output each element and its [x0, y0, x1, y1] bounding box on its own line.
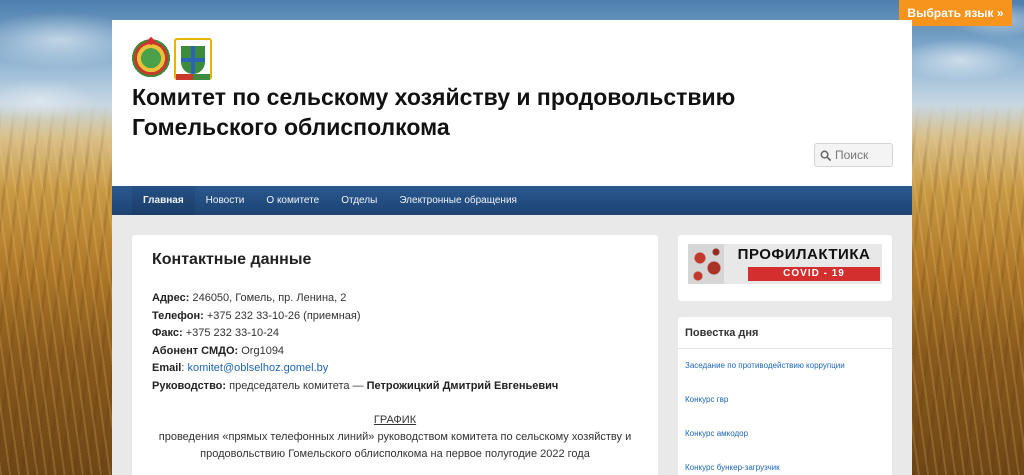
- smdo-line: Абонент СМДО: Org1094: [152, 343, 638, 361]
- schedule-block: ГРАФИК проведения «прямых телефонных лин…: [152, 412, 638, 463]
- email-link[interactable]: komitet@oblselhoz.gomel.by: [187, 362, 328, 374]
- search-input[interactable]: [835, 145, 889, 165]
- fax-line: Факс: +375 232 33-10-24: [152, 325, 638, 343]
- schedule-description-line-2: продовольствию Гомельского облисполкома …: [200, 448, 590, 460]
- management-name: Петрожицкий Дмитрий Евгеньевич: [366, 379, 559, 392]
- agenda-item[interactable]: Заседание по противодействию коррупции: [678, 349, 892, 383]
- agenda-item[interactable]: Конкурс гвр: [678, 383, 892, 417]
- site-title[interactable]: Комитет по сельскому хозяйству и продово…: [132, 82, 832, 142]
- address-value: 246050, Гомель, пр. Ленина, 2: [189, 292, 347, 304]
- banner-prevention-text: ПРОФИЛАКТИКА: [737, 246, 871, 263]
- agenda-item[interactable]: Конкурс амкодор: [678, 417, 892, 451]
- page-container: Комитет по сельскому хозяйству и продово…: [112, 20, 912, 475]
- banner-covid-text: COVID - 19: [748, 267, 880, 281]
- site-title-line-2: Гомельского облисполкома: [132, 114, 450, 140]
- nav-item-news[interactable]: Новости: [195, 186, 256, 215]
- nav-item-home[interactable]: Главная: [132, 186, 195, 215]
- address-label: Адрес:: [152, 292, 190, 304]
- email-label: Email: [152, 362, 182, 374]
- belarus-emblem-icon: [132, 38, 170, 80]
- main-content: Контактные данные Адрес: 246050, Гомель,…: [132, 235, 658, 475]
- gomel-region-emblem-icon: [174, 38, 212, 80]
- virus-icon: [688, 244, 724, 284]
- nav-item-e-appeals[interactable]: Электронные обращения: [388, 186, 528, 215]
- management-label: Руководство:: [152, 379, 227, 392]
- covid-banner-widget: ПРОФИЛАКТИКА COVID - 19: [678, 235, 892, 301]
- schedule-title: ГРАФИК: [373, 414, 417, 426]
- management-position: председатель комитета —: [226, 379, 367, 392]
- logo-group: [132, 38, 212, 80]
- phone-line: Телефон: +375 232 33-10-26 (приемная): [152, 308, 638, 326]
- smdo-value: Org1094: [238, 344, 285, 357]
- management-line: Руководство: председатель комитета — Пет…: [152, 378, 638, 396]
- fax-value: +375 232 33-10-24: [182, 327, 279, 339]
- search-box: [814, 143, 893, 167]
- email-line: Email: komitet@oblselhoz.gomel.by: [152, 360, 638, 378]
- site-header: Комитет по сельскому хозяйству и продово…: [112, 20, 912, 186]
- search-icon[interactable]: [815, 145, 835, 165]
- fax-label: Факс:: [152, 327, 183, 339]
- agenda-title: Повестка дня: [678, 317, 892, 349]
- phone-value: +375 232 33-10-26 (приемная): [203, 309, 361, 322]
- address-line: Адрес: 246050, Гомель, пр. Ленина, 2: [152, 290, 638, 308]
- agenda-item[interactable]: Конкурс бункер-загрузчик: [678, 451, 892, 475]
- agenda-widget: Повестка дня Заседание по противодействи…: [678, 317, 892, 475]
- page-title: Контактные данные: [152, 251, 312, 268]
- schedule-description-line-1: проведения «прямых телефонных линий» рук…: [158, 431, 632, 443]
- phone-label: Телефон:: [152, 309, 204, 322]
- select-language-button[interactable]: Выбрать язык »: [899, 0, 1012, 26]
- nav-item-about[interactable]: О комитете: [255, 186, 330, 215]
- site-title-line-1: Комитет по сельскому хозяйству и продово…: [132, 84, 736, 110]
- smdo-label: Абонент СМДО:: [152, 344, 239, 357]
- main-navigation: Главная Новости О комитете Отделы Электр…: [112, 186, 912, 215]
- nav-item-departments[interactable]: Отделы: [330, 186, 388, 215]
- covid-prevention-banner[interactable]: ПРОФИЛАКТИКА COVID - 19: [688, 244, 882, 284]
